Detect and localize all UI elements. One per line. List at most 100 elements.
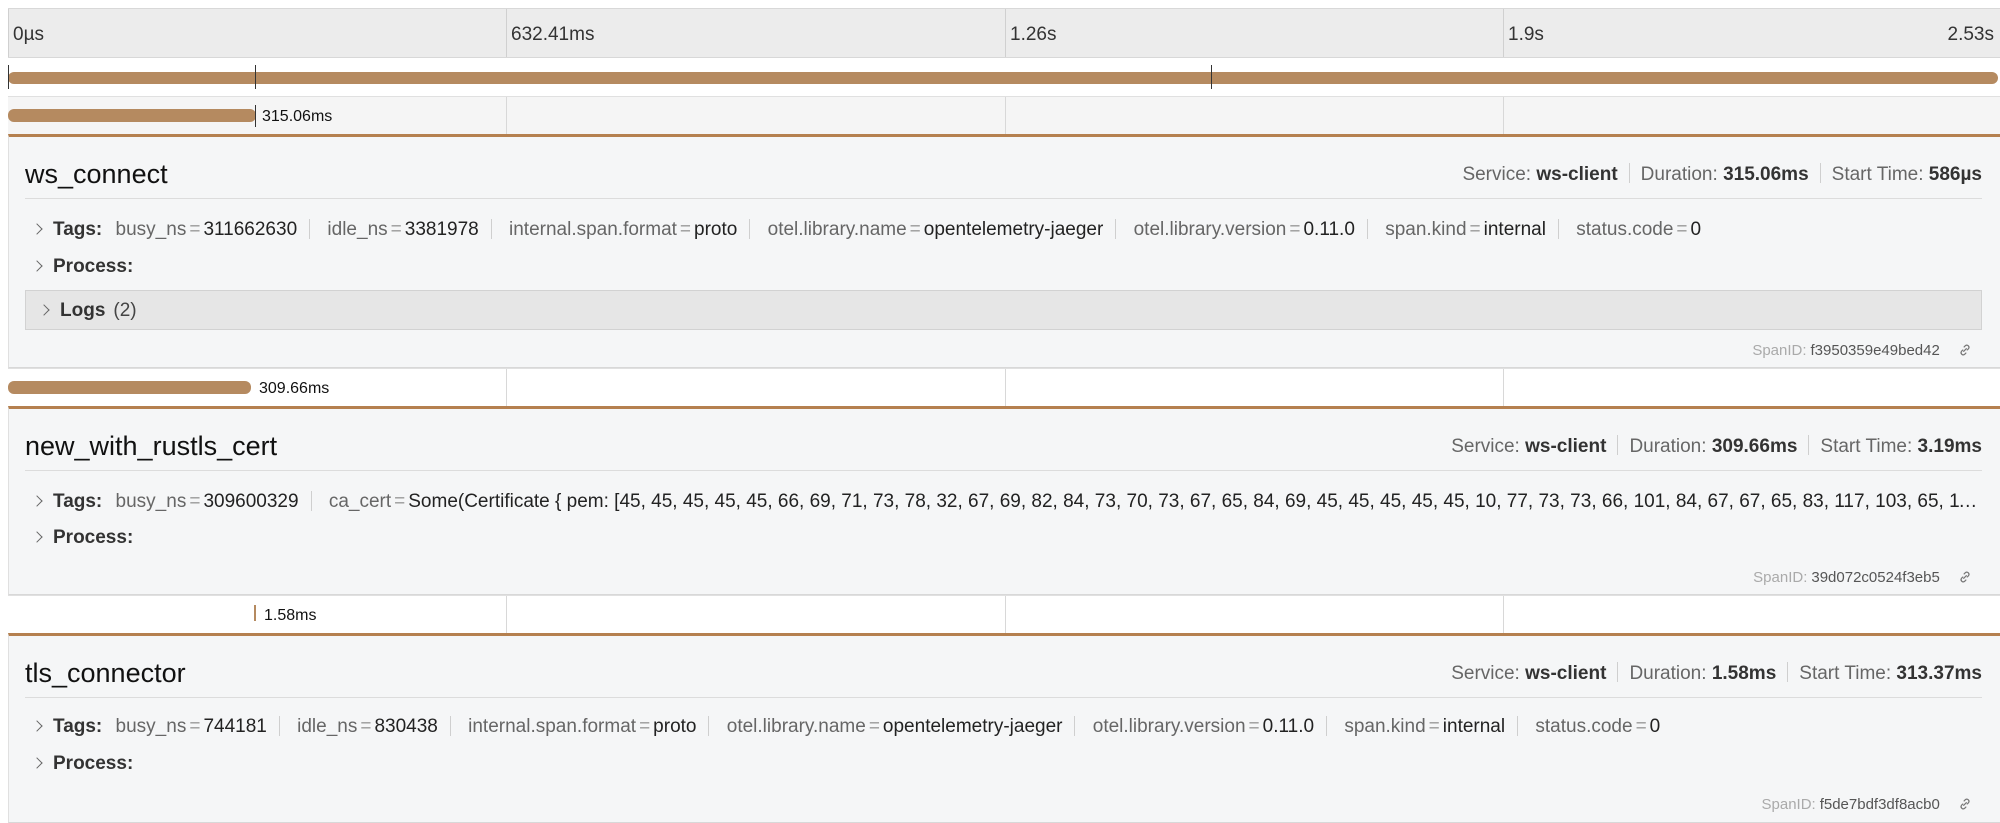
tag-item: internal.span.format = proto (509, 219, 738, 240)
tag-item: busy_ns = 309600329 (115, 491, 299, 512)
service-value: ws-client (1536, 164, 1618, 185)
span-duration-label: 309.66ms (259, 380, 330, 397)
span-id: SpanID: 39d072c0524f3eb5 (1753, 569, 1972, 586)
service-key: Service: (1451, 436, 1520, 457)
link-icon[interactable] (1958, 343, 1972, 357)
tag-item: busy_ns = 744181 (115, 716, 267, 737)
start-time-key: Start Time: (1820, 436, 1913, 457)
start-time-value: 3.19ms (1917, 436, 1982, 457)
tag-value: Some(Certificate { pem: [45, 45, 45, 45,… (408, 491, 1978, 512)
minimap-marker (8, 65, 9, 89)
span-meta: Service: ws-client Duration: 309.66ms Star… (1451, 435, 1982, 458)
chevron-right-icon (31, 223, 43, 235)
grid-line (506, 369, 507, 406)
grid-line (1503, 97, 1504, 134)
span-detail-header: ws_connect Service: ws-client Duration: 3… (25, 137, 1982, 199)
tag-key: busy_ns (115, 716, 187, 737)
span-detail-header: tls_connector Service: ws-client Duration… (25, 636, 1982, 698)
service-value: ws-client (1525, 436, 1607, 457)
grid-line (1005, 369, 1006, 406)
tag-item: status.code = 0 (1535, 716, 1661, 737)
ruler-tick: 1.9s (1503, 9, 1544, 57)
tag-value: proto (694, 219, 738, 240)
span-bar-row[interactable]: 1.58ms (8, 595, 2000, 633)
span-id-key: SpanID: (1753, 569, 1808, 586)
tick-label: 0µs (13, 24, 45, 45)
span-id-value: f5de7bdf3df8acb0 (1819, 796, 1940, 813)
span-bar[interactable] (8, 381, 251, 394)
grid-line (1005, 596, 1006, 633)
service-key: Service: (1451, 663, 1520, 684)
tags-row[interactable]: Tags: busy_ns = 309600329 ca_cert = Some(Cer… (25, 491, 1978, 521)
grid-line (1005, 97, 1006, 134)
duration-value: 309.66ms (1711, 436, 1798, 457)
tags-row[interactable]: Tags: busy_ns = 744181 idle_ns = 830438 inte… (25, 716, 1982, 746)
ruler-tick: 0µs (8, 9, 44, 57)
tag-item: span.kind = internal (1385, 219, 1546, 240)
tag-value: internal (1483, 219, 1546, 240)
tag-value: 744181 (203, 716, 267, 737)
minimap-marker (1211, 65, 1212, 89)
tag-value: 3381978 (404, 219, 479, 240)
tag-key: otel.library.name (726, 716, 866, 737)
process-label: Process: (53, 527, 134, 548)
operation-name: tls_connector (25, 658, 186, 688)
tag-item: busy_ns = 311662630 (115, 219, 298, 240)
tag-item: ca_cert = Some(Certificate { pem: [45, 45,… (329, 491, 1978, 512)
tags-label: Tags: (53, 491, 103, 512)
tag-value: 0.11.0 (1303, 219, 1355, 240)
tags-row[interactable]: Tags: busy_ns = 311662630 idle_ns = 3381978 … (25, 219, 1982, 249)
span-id-value: 39d072c0524f3eb5 (1811, 569, 1940, 586)
tag-value: 309600329 (203, 491, 299, 512)
trace-minimap[interactable] (8, 58, 2000, 96)
tag-key: internal.span.format (509, 219, 677, 240)
tag-item: otel.library.name = opentelemetry-jaeger (767, 219, 1104, 240)
grid-line (1503, 369, 1504, 406)
tag-key: span.kind (1385, 219, 1467, 240)
tag-value: 0 (1649, 716, 1661, 737)
duration-key: Duration: (1629, 663, 1707, 684)
process-row[interactable]: Process: (25, 753, 1982, 783)
service-key: Service: (1462, 164, 1532, 185)
tag-value: 0.11.0 (1262, 716, 1315, 737)
tag-key: ca_cert (328, 491, 392, 512)
tags-label: Tags: (53, 716, 103, 737)
duration-key: Duration: (1640, 164, 1718, 185)
duration-key: Duration: (1629, 436, 1707, 457)
tag-key: otel.library.version (1133, 219, 1287, 240)
grid-line (506, 596, 507, 633)
operation-name: new_with_rustls_cert (25, 431, 278, 461)
tag-value: 830438 (374, 716, 438, 737)
chevron-right-icon (31, 531, 43, 543)
process-row[interactable]: Process: (25, 256, 1982, 286)
logs-count: (2) (113, 300, 137, 321)
process-row[interactable]: Process: (25, 527, 1982, 557)
tag-value: 311662630 (203, 219, 298, 240)
link-icon[interactable] (1958, 570, 1972, 584)
link-icon[interactable] (1958, 797, 1972, 811)
span-bar[interactable] (8, 109, 256, 122)
start-time-key: Start Time: (1831, 164, 1924, 185)
tag-item: otel.library.version = 0.11.0 (1133, 219, 1355, 240)
chevron-right-icon (31, 720, 43, 732)
tag-item: otel.library.version = 0.11.0 (1092, 716, 1315, 737)
tag-key: otel.library.version (1092, 716, 1246, 737)
tag-key: span.kind (1344, 716, 1426, 737)
span-id-value: f3950359e49bed42 (1810, 342, 1940, 359)
tick-label: 1.26s (1010, 24, 1057, 45)
span-detail: new_with_rustls_cert Service: ws-client D… (8, 406, 2000, 595)
span-bar-row[interactable]: 315.06ms (8, 96, 2000, 134)
span-detail: tls_connector Service: ws-client Duration… (8, 633, 2000, 823)
minimap-marker (255, 65, 256, 89)
tag-key: status.code (1576, 219, 1674, 240)
duration-value: 1.58ms (1711, 663, 1777, 684)
span-bar-row[interactable]: 309.66ms (8, 368, 2000, 406)
tick-label: 1.9s (1508, 24, 1544, 45)
tick-label: 2.53s (1947, 24, 1994, 45)
chevron-right-icon (31, 260, 43, 272)
tag-key: status.code (1535, 716, 1633, 737)
logs-row[interactable]: Logs (2) (25, 290, 1982, 330)
tag-item: internal.span.format = proto (468, 716, 697, 737)
span-bar[interactable] (254, 605, 256, 621)
chevron-right-icon (31, 757, 43, 769)
